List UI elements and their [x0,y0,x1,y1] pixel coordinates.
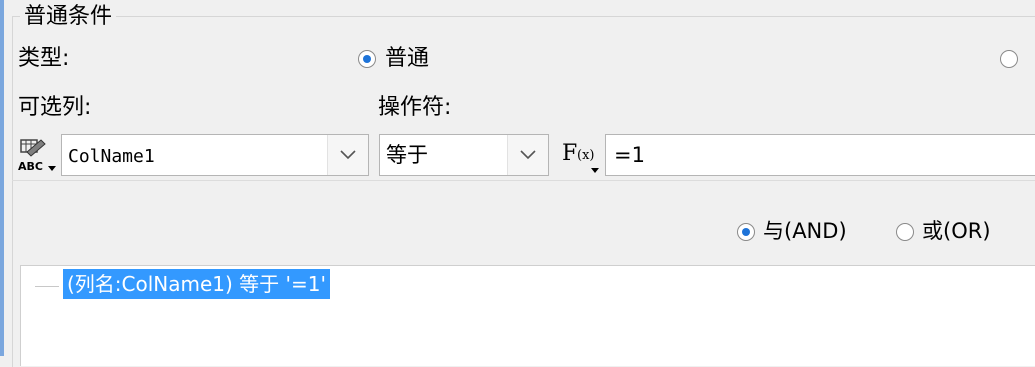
logic-or-label[interactable]: 或(OR) [922,218,991,244]
svg-text:ABC: ABC [18,160,43,173]
value-input[interactable]: =1 [605,134,1035,176]
condition-tree-item[interactable]: (列名:ColName1) 等于 '=1' [63,269,331,299]
svg-text:F: F [562,141,577,166]
condition-tree-panel[interactable]: (列名:ColName1) 等于 '=1' [20,265,1035,366]
abc-column-icon[interactable]: ABC [17,138,57,176]
operator-label: 操作符: [378,95,452,120]
type-label: 类型: [18,46,70,71]
value-input-text: =1 [614,143,645,167]
type-advanced-radio[interactable] [1000,50,1018,68]
column-select-value: ColName1 [68,146,155,167]
tree-connector-line [35,286,59,287]
divider [12,180,1035,181]
logic-or-radio[interactable] [896,223,914,241]
formula-fx-icon[interactable]: F (x) [560,138,600,176]
window-left-border [0,0,4,356]
chevron-down-icon[interactable] [327,135,368,175]
type-normal-radio[interactable] [358,50,376,68]
operator-select[interactable]: 等于 [379,134,549,176]
type-normal-label[interactable]: 普通 [385,46,429,72]
chevron-down-icon[interactable] [507,135,548,175]
operator-select-value: 等于 [386,143,428,167]
group-title: 普通条件 [20,4,117,30]
logic-and-label[interactable]: 与(AND) [763,218,847,244]
logic-and-radio[interactable] [737,223,755,241]
column-label: 可选列: [18,95,92,120]
column-select[interactable]: ColName1 [61,134,369,176]
svg-text:(x): (x) [577,148,594,163]
